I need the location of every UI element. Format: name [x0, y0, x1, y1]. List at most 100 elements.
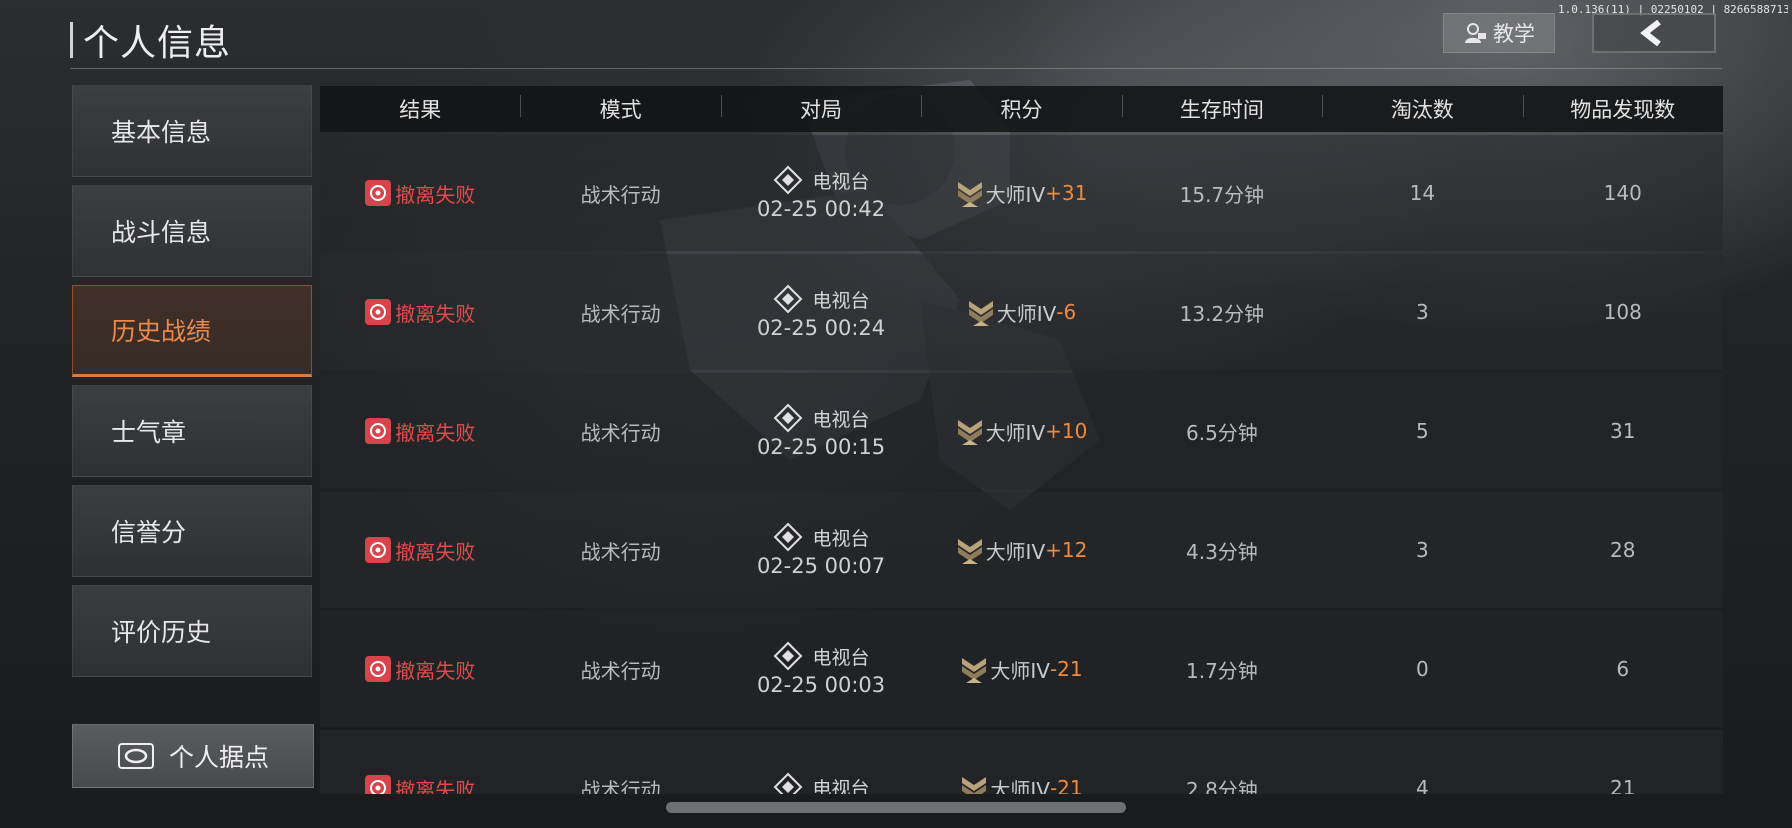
personal-base-button[interactable]: 个人据点	[72, 724, 314, 788]
survival-time: 13.2分钟	[1179, 301, 1265, 326]
result-cell: 撤离失败	[320, 417, 520, 446]
map-name: 电视台	[812, 527, 870, 550]
header-survival: 生存时间	[1121, 94, 1322, 124]
result-text: 撤离失败	[395, 539, 476, 564]
result-cell: 撤离失败	[320, 536, 520, 565]
map-name: 电视台	[812, 646, 870, 669]
result-cell: 撤离失败	[320, 774, 520, 795]
scrollbar[interactable]	[666, 802, 1126, 813]
history-table: 结果 模式 对局 积分 生存时间 淘汰数 物品发现数 撤离失败 战术行动 电视台	[320, 86, 1723, 794]
survival-time: 4.3分钟	[1185, 539, 1258, 564]
result-cell: 撤离失败	[320, 655, 520, 684]
match-cell: 电视台 02-25 00:15	[721, 403, 921, 459]
score-cell: 大师IV +10	[921, 416, 1121, 446]
header-items: 物品发现数	[1522, 94, 1723, 124]
rank-badge-icon	[962, 658, 987, 683]
fail-icon	[365, 775, 392, 794]
kills-count: 5	[1415, 419, 1429, 443]
diamond-map-icon	[773, 165, 802, 195]
fail-icon	[365, 299, 392, 325]
map-name: 电视台	[812, 777, 870, 795]
diamond-map-icon	[773, 772, 802, 794]
items-cell: 140	[1523, 181, 1723, 205]
kills-cell: 3	[1322, 300, 1522, 324]
tutor-icon	[1465, 23, 1486, 43]
result-text: 撤离失败	[395, 420, 476, 445]
score-delta: +12	[1045, 538, 1088, 562]
back-button[interactable]	[1592, 13, 1716, 53]
sidebar-item-label: 士气章	[111, 418, 187, 447]
sidebar-item-label: 战斗信息	[111, 218, 212, 247]
mode-text: 战术行动	[580, 301, 661, 326]
diamond-map-icon	[773, 641, 802, 671]
page-header: 个人信息	[70, 18, 231, 64]
result-cell: 撤离失败	[320, 298, 520, 327]
match-time: 02-25 00:07	[756, 554, 886, 578]
sidebar-item-label: 评价历史	[111, 618, 212, 647]
mode-text: 战术行动	[580, 420, 661, 445]
kills-cell: 0	[1322, 657, 1522, 681]
items-count: 28	[1610, 538, 1636, 562]
result-text: 撤离失败	[395, 301, 476, 326]
header-match: 对局	[720, 94, 921, 124]
survival-cell: 2.8分钟	[1122, 774, 1322, 795]
mode-cell: 战术行动	[520, 655, 720, 684]
page-title: 个人信息	[83, 23, 232, 64]
sidebar-item-rating-history[interactable]: 评价历史	[72, 585, 312, 677]
items-count: 21	[1610, 776, 1636, 794]
kills-cell: 4	[1322, 776, 1522, 794]
sidebar-item-combat-info[interactable]: 战斗信息	[72, 185, 312, 277]
rank-name: 大师IV	[985, 182, 1046, 207]
table-row[interactable]: 撤离失败 战术行动 电视台 02-25 00:03 大师IV -21 1.7分钟…	[320, 611, 1723, 727]
survival-cell: 1.7分钟	[1122, 655, 1322, 684]
score-cell: 大师IV -6	[921, 297, 1121, 327]
sidebar-item-basic-info[interactable]: 基本信息	[72, 85, 312, 177]
tutorial-button[interactable]: 教学	[1443, 13, 1555, 53]
rank-badge-icon	[957, 182, 982, 207]
table-row[interactable]: 撤离失败 战术行动 电视台 02-25 00:24 大师IV -6 13.2分钟…	[320, 254, 1723, 370]
sidebar-item-label: 信誉分	[111, 518, 187, 547]
table-row[interactable]: 撤离失败 战术行动 电视台 02-25 00:07 大师IV +12 4.3分钟…	[320, 492, 1723, 608]
rank-badge-icon	[962, 777, 987, 794]
table-row[interactable]: 撤离失败 战术行动 电视台 02-25 00:15 大师IV +10 6.5分钟…	[320, 373, 1723, 489]
table-row[interactable]: 撤离失败 战术行动 电视台 大师IV -21 2.8分钟 4 21	[320, 730, 1723, 794]
base-ring-icon	[117, 743, 154, 769]
mode-cell: 战术行动	[520, 536, 720, 565]
score-delta: -6	[1056, 300, 1077, 324]
match-time: 02-25 00:15	[756, 435, 886, 459]
rank-name: 大师IV	[985, 539, 1046, 564]
diamond-map-icon	[773, 522, 802, 552]
table-row[interactable]: 撤离失败 战术行动 电视台 02-25 00:42 大师IV +31 15.7分…	[320, 135, 1723, 251]
items-cell: 6	[1523, 657, 1723, 681]
table-header: 结果 模式 对局 积分 生存时间 淘汰数 物品发现数	[320, 86, 1723, 132]
match-cell: 电视台 02-25 00:24	[721, 284, 921, 340]
fail-icon	[365, 418, 392, 444]
survival-cell: 4.3分钟	[1122, 536, 1322, 565]
survival-time: 1.7分钟	[1185, 658, 1258, 683]
sidebar-item-reputation[interactable]: 信誉分	[72, 485, 312, 577]
match-cell: 电视台 02-25 00:07	[721, 522, 921, 578]
score-delta: -21	[1049, 776, 1083, 794]
kills-cell: 14	[1322, 181, 1522, 205]
header-result: 结果	[399, 98, 442, 122]
match-time: 02-25 00:24	[756, 316, 886, 340]
mode-cell: 战术行动	[520, 298, 720, 327]
result-text: 撤离失败	[395, 777, 476, 795]
items-count: 108	[1603, 300, 1642, 324]
tutorial-label: 教学	[1493, 22, 1535, 46]
sidebar-item-morale[interactable]: 士气章	[72, 385, 312, 477]
survival-time: 6.5分钟	[1185, 420, 1258, 445]
survival-cell: 13.2分钟	[1122, 298, 1322, 327]
fail-icon	[365, 180, 392, 206]
mode-text: 战术行动	[580, 539, 661, 564]
sidebar-item-history[interactable]: 历史战绩	[72, 285, 312, 377]
rank-name: 大师IV	[996, 301, 1057, 326]
rank-badge-icon	[957, 420, 982, 445]
items-count: 140	[1603, 181, 1642, 205]
sidebar-item-label: 历史战绩	[111, 317, 212, 346]
rank-badge-icon	[968, 301, 993, 326]
score-delta: +31	[1045, 181, 1088, 205]
items-count: 6	[1616, 657, 1630, 681]
mode-cell: 战术行动	[520, 417, 720, 446]
map-name: 电视台	[812, 289, 870, 312]
